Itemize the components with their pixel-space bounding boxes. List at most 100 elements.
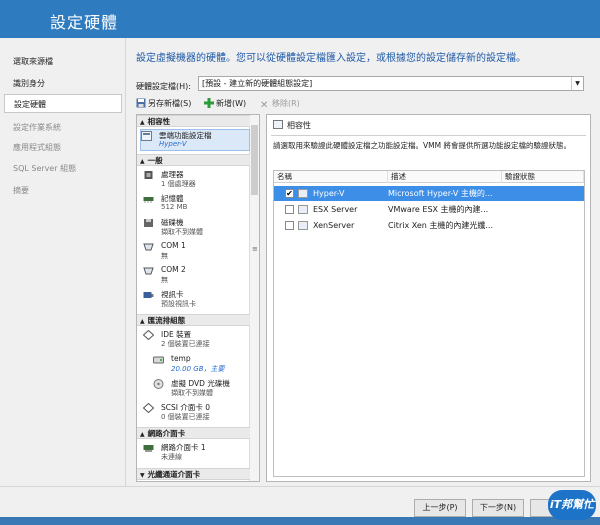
chevron-down-icon[interactable]: ▼ <box>571 77 583 90</box>
column-header-status[interactable]: 驗證狀態 <box>502 171 584 183</box>
item-sub: 擷取不到媒體 <box>171 389 213 397</box>
nav-item-configure-os[interactable]: 設定作業系統 <box>4 118 122 137</box>
profile-icon <box>298 221 308 230</box>
scsi-adapter-icon <box>143 403 154 413</box>
collapse-icon[interactable]: ▲ <box>140 431 145 438</box>
nav-item-sql-config[interactable]: SQL Server 組態 <box>4 159 122 178</box>
grid-header: 名稱 描述 驗證狀態 <box>274 171 584 183</box>
item-label: COM 1 <box>161 241 186 250</box>
watermark-logo: iT邦幫忙 <box>548 490 596 520</box>
video-card-icon <box>143 292 154 298</box>
section-label: 光纖通道介面卡 <box>147 470 201 479</box>
tree-item-scsi[interactable]: SCSI 介面卡 0 0 個裝置已連接 <box>143 402 251 424</box>
capability-profile-grid: 名稱 描述 驗證狀態 ✔ Hyper-V Microsoft Hyper-V 主… <box>273 170 585 477</box>
hardware-toolbar: 另存新檔(S) 新增(W) ✕ 移除(R) <box>136 96 566 112</box>
tree-item-com2[interactable]: COM 2 無 <box>143 265 251 287</box>
wizard-steps-nav: 選取來源檔 識別身分 設定硬體 設定作業系統 應用程式組態 SQL Server… <box>0 38 126 486</box>
tree-item-processor[interactable]: 處理器 1 個處理器 <box>143 169 251 191</box>
row-checkbox[interactable]: ✔ <box>285 189 294 198</box>
row-checkbox[interactable] <box>285 205 294 214</box>
section-fibre-channel[interactable]: ▼ 光纖通道介面卡 <box>137 468 250 480</box>
compatibility-icon <box>273 120 283 129</box>
wizard-title: 設定硬體 <box>50 13 119 32</box>
save-as-button[interactable]: 另存新檔(S) <box>136 96 191 112</box>
collapse-icon[interactable]: ▲ <box>140 119 145 126</box>
collapse-icon[interactable]: ▲ <box>140 318 145 325</box>
previous-button[interactable]: 上一步(P) <box>414 499 466 517</box>
profile-icon <box>141 131 152 141</box>
tree-item-nic[interactable]: 網路介面卡 1 未連線 <box>143 442 251 464</box>
tree-item-temp-disk[interactable]: temp 20.00 GB，主要 <box>153 354 251 376</box>
section-label: 相容性 <box>147 117 171 126</box>
new-label: 新增(W) <box>216 99 247 108</box>
row-name: XenServer <box>313 221 355 230</box>
row-description: Citrix Xen 主機的內建光纖... <box>388 221 494 230</box>
section-label: 匯流排組態 <box>147 316 186 325</box>
table-row[interactable]: ✔ Hyper-V Microsoft Hyper-V 主機的... <box>274 186 584 201</box>
tree-item-ide[interactable]: IDE 裝置 2 個裝置已連接 <box>143 329 251 351</box>
table-row[interactable]: XenServer Citrix Xen 主機的內建光纖... <box>274 218 584 233</box>
hardware-profile-value: [預設 - 建立新的硬體組態設定] <box>202 79 313 88</box>
scrollbar-thumb[interactable] <box>251 125 258 195</box>
item-sub: 預設視訊卡 <box>161 300 196 308</box>
nav-item-select-source[interactable]: 選取來源檔 <box>4 52 122 71</box>
details-panel: 相容性 請選取用來驗證此硬體設定檔之功能設定檔。VMM 將會提供所選功能設定檔的… <box>266 114 591 482</box>
item-sub: 無 <box>161 252 168 260</box>
item-sub: 未連線 <box>161 453 182 461</box>
item-sub: 擷取不到媒體 <box>161 228 203 236</box>
item-sub: Hyper-V <box>159 140 187 148</box>
tree-item-memory[interactable]: 記憶體 512 MB <box>143 193 251 215</box>
row-name: ESX Server <box>313 205 358 214</box>
row-description: VMware ESX 主機的內建... <box>388 205 489 214</box>
item-label: COM 2 <box>161 265 186 274</box>
collapse-icon[interactable]: ▲ <box>140 158 145 165</box>
serial-port-icon <box>143 267 154 275</box>
save-icon <box>136 98 146 108</box>
serial-port-icon <box>143 243 154 251</box>
item-sub: 2 個裝置已連接 <box>161 340 210 348</box>
tree-item-floppy[interactable]: 磁碟機 擷取不到媒體 <box>143 217 251 239</box>
item-label: temp <box>171 354 191 363</box>
remove-button[interactable]: ✕ 移除(R) <box>260 96 300 112</box>
new-button[interactable]: 新增(W) <box>204 96 246 112</box>
row-name: Hyper-V <box>313 189 345 198</box>
hardware-profile-dropdown[interactable]: [預設 - 建立新的硬體組態設定] ▼ <box>198 76 584 91</box>
remove-label: 移除(R) <box>272 99 300 108</box>
item-sub: 1 個處理器 <box>161 180 196 188</box>
nav-item-app-config[interactable]: 應用程式組態 <box>4 138 122 157</box>
tree-item-video[interactable]: 視訊卡 預設視訊卡 <box>143 289 251 311</box>
dvd-icon <box>153 379 164 389</box>
nav-item-configure-hardware[interactable]: 設定硬體 <box>4 94 122 113</box>
section-general[interactable]: ▲ 一般 <box>137 154 250 166</box>
processor-icon <box>144 171 153 179</box>
item-sub: 20.00 GB，主要 <box>171 365 225 373</box>
add-icon <box>204 98 214 108</box>
column-header-description[interactable]: 描述 <box>388 171 502 183</box>
resize-grip-icon[interactable]: ≡ <box>252 245 258 253</box>
panel-description: 請選取用來驗證此硬體設定檔之功能設定檔。VMM 將會提供所選功能設定檔的驗證狀態… <box>273 141 571 150</box>
tree-item-com1[interactable]: COM 1 無 <box>143 241 251 263</box>
section-compatibility[interactable]: ▲ 相容性 <box>137 115 250 127</box>
wizard-title-bar: 設定硬體 <box>0 0 600 38</box>
table-row[interactable]: ESX Server VMware ESX 主機的內建... <box>274 202 584 217</box>
column-header-name[interactable]: 名稱 <box>274 171 388 183</box>
section-bus-config[interactable]: ▲ 匯流排組態 <box>137 314 250 326</box>
network-adapter-icon <box>143 445 154 452</box>
row-checkbox[interactable] <box>285 221 294 230</box>
next-button[interactable]: 下一步(N) <box>472 499 524 517</box>
expand-icon[interactable]: ▼ <box>140 472 145 479</box>
tree-item-capability-profile[interactable]: 雲端功能設定檔 Hyper-V <box>140 129 250 151</box>
item-sub: 無 <box>161 276 168 284</box>
nav-item-identity[interactable]: 識別身分 <box>4 74 122 93</box>
profile-icon <box>298 189 308 198</box>
section-network[interactable]: ▲ 網路介面卡 <box>137 427 250 439</box>
item-sub: 0 個裝置已連接 <box>161 413 210 421</box>
hardware-tree: ≡ ▲ 相容性 雲端功能設定檔 Hyper-V ▲ 一般 處理器 1 個處理器 記憶… <box>136 114 260 482</box>
main-content: 設定虛擬機器的硬體。您可以從硬體設定檔匯入設定，或根據您的設定儲存新的設定檔。 … <box>126 38 600 486</box>
save-as-label: 另存新檔(S) <box>148 99 192 108</box>
tree-item-dvd[interactable]: 虛擬 DVD 光碟機 擷取不到媒體 <box>153 378 251 400</box>
section-label: 網路介面卡 <box>147 429 186 438</box>
nav-item-summary[interactable]: 摘要 <box>4 181 122 200</box>
panel-title-text: 相容性 <box>287 121 311 130</box>
memory-icon <box>143 197 154 203</box>
